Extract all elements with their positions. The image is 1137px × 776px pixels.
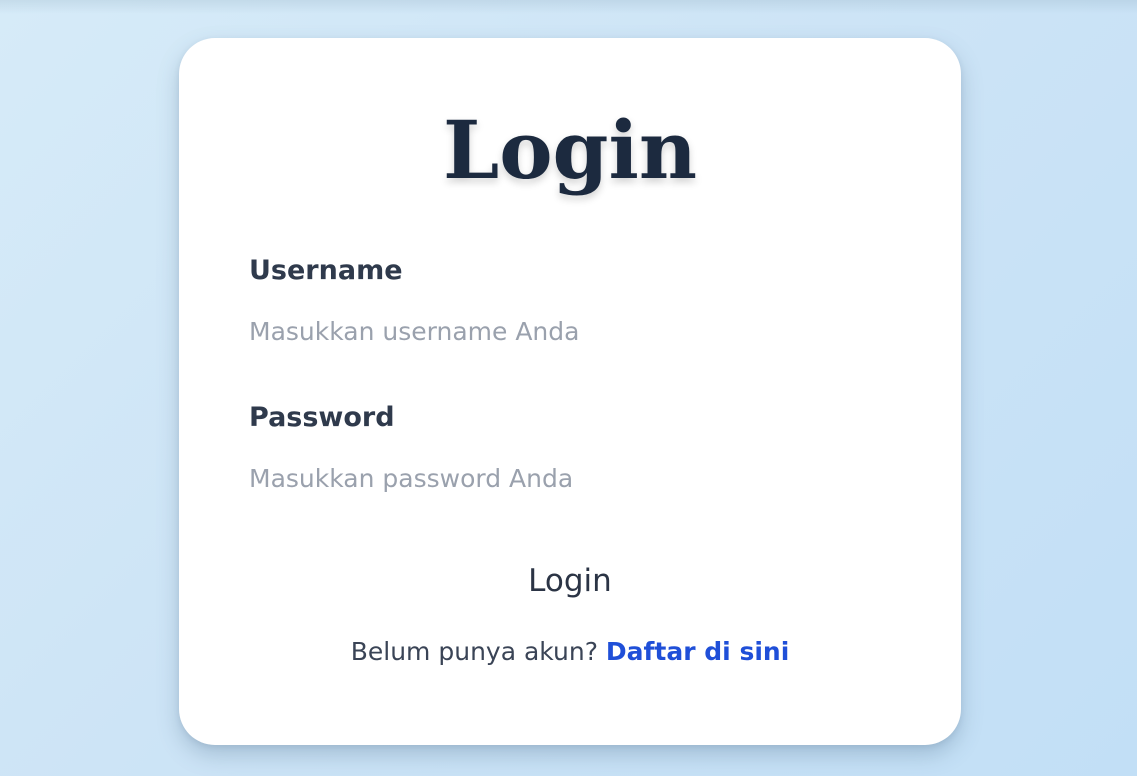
login-card: Login Username Password Login Belum puny… [179,38,961,745]
password-input[interactable] [249,456,889,500]
page-title: Login [442,103,698,197]
username-input[interactable] [249,309,889,353]
register-prompt: Belum punya akun? Daftar di sini [179,635,961,669]
register-link[interactable]: Daftar di sini [606,637,789,666]
top-edge-shadow [0,0,1137,14]
password-label: Password [249,402,395,433]
register-prompt-text: Belum punya akun? [350,637,606,666]
username-label: Username [249,255,403,286]
login-button[interactable]: Login [469,559,671,603]
